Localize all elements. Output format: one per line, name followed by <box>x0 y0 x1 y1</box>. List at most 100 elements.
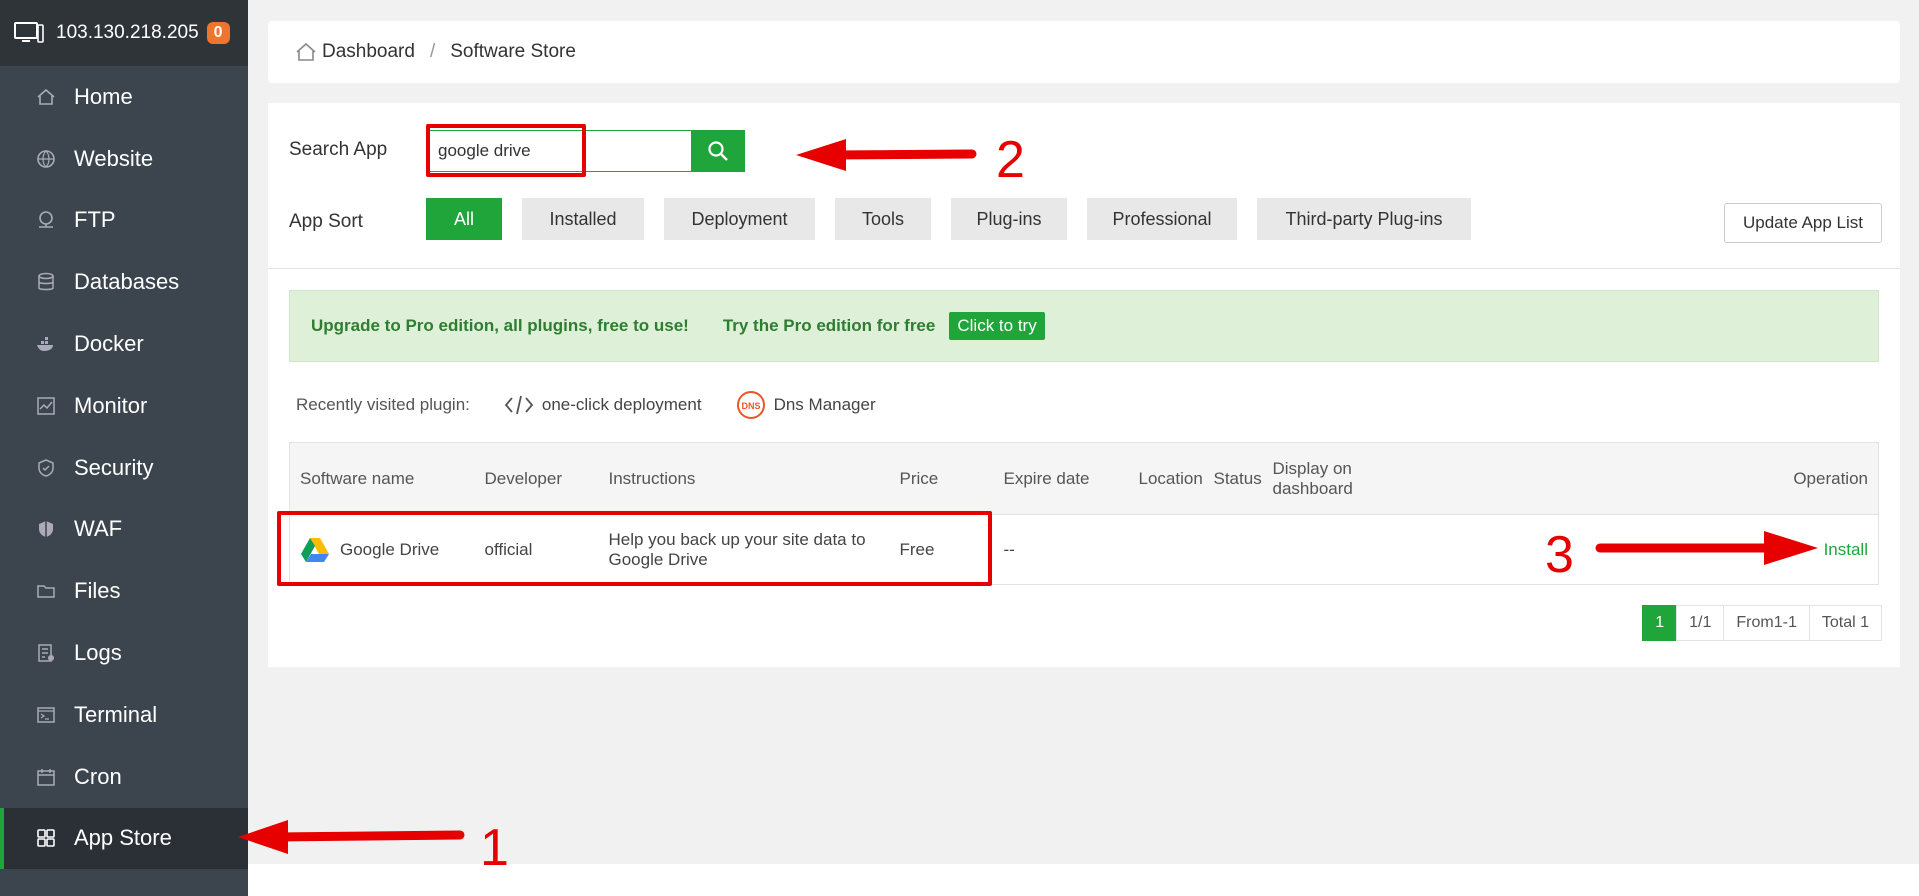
page-range: From1-1 <box>1723 605 1810 641</box>
breadcrumb-current: Software Store <box>450 41 576 62</box>
col-status: Status <box>1203 442 1263 515</box>
sidebar-item-label: Website <box>74 145 154 171</box>
sidebar-item-cron[interactable]: Cron <box>0 746 248 808</box>
col-display-on-dashboard: Display on dashboard <box>1262 442 1413 515</box>
log-icon <box>36 643 56 663</box>
sort-all[interactable]: All <box>426 198 502 240</box>
col-instructions: Instructions <box>598 442 890 515</box>
computer-icon <box>14 22 44 43</box>
code-icon <box>504 395 534 415</box>
search-icon <box>707 141 728 161</box>
page-count: 1/1 <box>1676 605 1725 641</box>
cell-expire-date: -- <box>993 514 1129 585</box>
sidebar-nav: Home Website FTP Databases Docker Monito… <box>0 66 248 870</box>
promo-headline: Upgrade to Pro edition, all plugins, fre… <box>311 316 689 335</box>
waf-shield-icon <box>36 519 56 539</box>
sidebar-item-label: Cron <box>74 763 122 789</box>
sort-tools[interactable]: Tools <box>835 198 931 240</box>
click-to-try-button[interactable]: Click to try <box>949 312 1045 340</box>
sort-installed[interactable]: Installed <box>522 198 644 240</box>
sort-professional[interactable]: Professional <box>1087 198 1237 240</box>
col-expire-date: Expire date <box>993 442 1129 515</box>
breadcrumb-separator: / <box>429 41 436 62</box>
recently-visited: Recently visited plugin: one-click deplo… <box>296 390 876 420</box>
search-label: Search App <box>289 139 388 160</box>
col-operation: Operation <box>1412 442 1879 515</box>
recent-item-label: one-click deployment <box>541 395 702 414</box>
sidebar-item-website[interactable]: Website <box>0 128 248 190</box>
search-button[interactable] <box>691 131 744 171</box>
sidebar-item-label: App Store <box>74 825 172 851</box>
page-total: Total 1 <box>1808 605 1882 641</box>
table-header-row: Software name Developer Instructions Pri… <box>289 442 1879 515</box>
sidebar-item-security[interactable]: Security <box>0 437 248 499</box>
sort-label: App Sort <box>289 211 363 232</box>
divider <box>268 268 1900 269</box>
pagination: 1 1/1 From1-1 Total 1 <box>1642 605 1882 641</box>
shield-icon <box>36 458 56 478</box>
sidebar-item-label: Home <box>74 83 133 109</box>
sidebar-item-label: WAF <box>74 516 123 542</box>
recent-item-label: Dns Manager <box>773 395 876 414</box>
breadcrumb: Dashboard / Software Store <box>268 21 1900 83</box>
sidebar-item-files[interactable]: Files <box>0 560 248 622</box>
sidebar-item-docker[interactable]: Docker <box>0 313 248 375</box>
cell-location <box>1128 514 1204 585</box>
sidebar-item-terminal[interactable]: Terminal <box>0 684 248 746</box>
annotation-number-3: 3 <box>1545 526 1574 584</box>
sidebar-item-label: Security <box>74 454 154 480</box>
terminal-icon <box>36 705 56 725</box>
promo-try-text: Try the Pro edition for free <box>722 316 936 335</box>
folder-icon <box>36 581 56 601</box>
sort-deployment[interactable]: Deployment <box>664 198 815 240</box>
ftp-icon <box>36 210 56 230</box>
sidebar-item-monitor[interactable]: Monitor <box>0 375 248 437</box>
annotation-number-2: 2 <box>996 131 1025 189</box>
dns-icon: DNS <box>736 391 765 419</box>
sidebar-item-waf[interactable]: WAF <box>0 499 248 561</box>
update-app-list-button[interactable]: Update App List <box>1724 203 1882 243</box>
svg-text:DNS: DNS <box>741 401 760 411</box>
recent-label: Recently visited plugin: <box>296 395 470 414</box>
sidebar-item-label: Terminal <box>74 701 158 727</box>
grid-icon <box>36 828 56 848</box>
col-price: Price <box>889 442 994 515</box>
col-location: Location <box>1128 442 1204 515</box>
sidebar-item-label: Docker <box>74 331 144 357</box>
annotation-box-search <box>426 124 586 177</box>
sort-plug-ins[interactable]: Plug-ins <box>951 198 1067 240</box>
home-icon <box>296 42 316 61</box>
sidebar-item-ftp[interactable]: FTP <box>0 190 248 252</box>
cell-status <box>1203 514 1263 585</box>
server-ip: 103.130.218.205 <box>56 22 199 43</box>
cell-operation: Install <box>1412 514 1879 585</box>
annotation-number-1: 1 <box>480 819 509 877</box>
sidebar: 103.130.218.205 0 Home Website FTP Datab… <box>0 0 248 896</box>
breadcrumb-dashboard[interactable]: Dashboard <box>322 41 415 63</box>
sidebar-item-app-store[interactable]: App Store <box>0 807 248 870</box>
calendar-icon <box>36 767 56 787</box>
server-header[interactable]: 103.130.218.205 0 <box>0 0 248 66</box>
sidebar-item-databases[interactable]: Databases <box>0 251 248 313</box>
database-icon <box>36 272 56 292</box>
sort-third-party[interactable]: Third-party Plug-ins <box>1257 198 1471 240</box>
home-icon <box>36 87 56 107</box>
sidebar-item-label: Logs <box>74 640 122 666</box>
sidebar-item-home[interactable]: Home <box>0 66 248 128</box>
page-current[interactable]: 1 <box>1642 605 1678 641</box>
sidebar-item-label: Databases <box>74 269 180 295</box>
col-software-name: Software name <box>289 442 475 515</box>
cell-display <box>1262 514 1413 585</box>
sidebar-item-label: FTP <box>74 207 116 233</box>
notification-badge[interactable]: 0 <box>206 22 230 44</box>
install-link[interactable]: Install <box>1824 540 1868 559</box>
sidebar-item-label: Monitor <box>74 392 148 418</box>
pro-promo-banner: Upgrade to Pro edition, all plugins, fre… <box>289 290 1879 362</box>
recent-one-click-deployment[interactable]: one-click deployment <box>504 393 702 417</box>
globe-icon <box>36 149 56 169</box>
recent-dns-manager[interactable]: DNS Dns Manager <box>736 390 876 420</box>
monitor-icon <box>36 396 56 416</box>
sidebar-item-logs[interactable]: Logs <box>0 622 248 684</box>
sidebar-item-label: Files <box>74 578 121 604</box>
docker-icon <box>36 334 56 354</box>
